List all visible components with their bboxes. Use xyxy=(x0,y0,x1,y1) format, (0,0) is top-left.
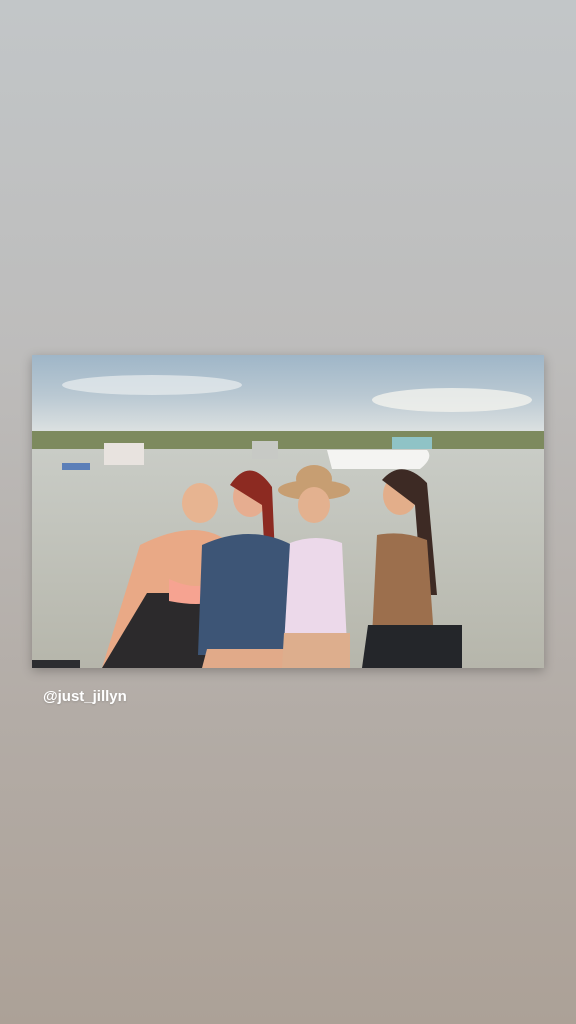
mention-sticker[interactable]: @just_jillyn xyxy=(43,688,127,705)
group-photo-image xyxy=(32,355,544,668)
story-photo[interactable] xyxy=(32,355,544,668)
